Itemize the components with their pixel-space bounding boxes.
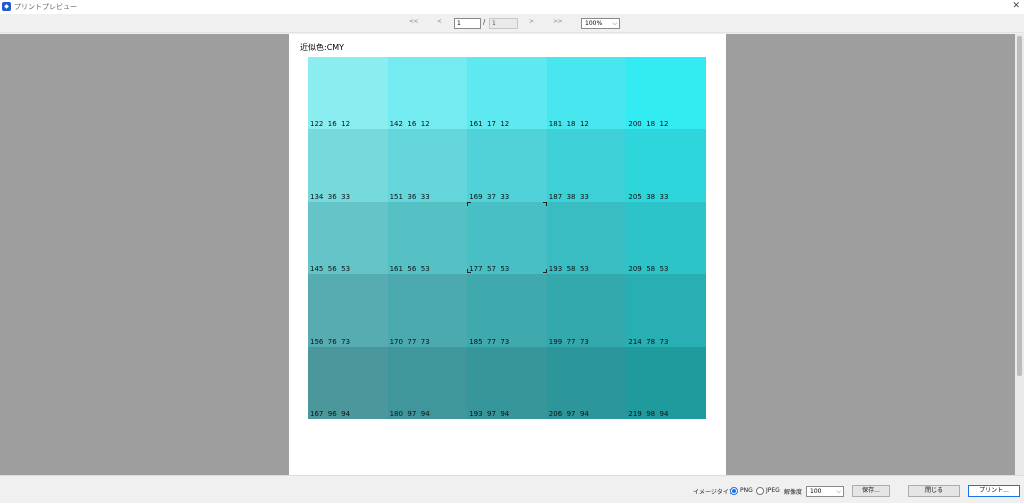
color-swatch: 181 18 12	[546, 57, 627, 130]
color-swatch: 209 58 53	[626, 201, 706, 275]
swatch-rgb-label: 169 37 33	[469, 192, 510, 201]
swatch-rgb-label: 177 57 53	[469, 265, 510, 274]
image-type-label: イメージタイプ	[693, 489, 735, 496]
color-swatch: 151 36 33	[387, 129, 468, 202]
color-swatch: 193 97 94	[467, 346, 547, 419]
color-swatch: 156 76 73	[308, 274, 388, 347]
color-swatch: 193 58 53	[546, 201, 627, 275]
app-logo-icon: ◆	[2, 2, 11, 11]
color-swatch: 134 36 33	[308, 129, 388, 202]
zoom-value: 100%	[585, 20, 603, 27]
chevron-down-icon: ⌵	[836, 488, 841, 495]
color-swatch: 214 78 73	[626, 274, 706, 347]
color-swatch: 170 77 73	[387, 274, 468, 347]
swatch-rgb-label: 209 58 53	[628, 265, 669, 274]
swatch-rgb-label: 199 77 73	[548, 337, 589, 346]
chevron-down-icon: ⌵	[612, 20, 617, 27]
swatch-rgb-label: 181 18 12	[548, 120, 589, 129]
color-swatch: 200 18 12	[626, 57, 706, 130]
swatch-rgb-label: 161 56 53	[389, 265, 430, 274]
close-icon[interactable]: ✕	[1012, 1, 1020, 12]
jpeg-radio[interactable]	[756, 487, 764, 495]
next-page-button[interactable]: >	[529, 18, 534, 25]
png-label: PNG	[740, 487, 753, 494]
preview-area: 近似色:CMY 122 16 12 142 16 12 161 17 12 181 1…	[0, 34, 1024, 475]
color-swatch: 177 57 53	[467, 201, 547, 275]
resolution-value: 100	[810, 488, 822, 495]
color-swatch: 219 98 94	[626, 346, 706, 419]
page-total-field: 1	[489, 18, 518, 29]
color-swatch: 205 38 33	[626, 129, 706, 202]
swatch-rgb-label: 214 78 73	[628, 337, 669, 346]
png-radio[interactable]	[730, 487, 738, 495]
print-button[interactable]: プリント...	[968, 485, 1020, 497]
vertical-scrollbar[interactable]	[1015, 34, 1024, 475]
swatch-rgb-label: 193 97 94	[469, 410, 510, 418]
last-page-button[interactable]: >>	[553, 18, 563, 25]
swatch-rgb-label: 167 96 94	[310, 410, 351, 418]
swatch-rgb-label: 180 97 94	[389, 410, 430, 418]
swatch-rgb-label: 134 36 33	[310, 192, 351, 201]
swatch-rgb-label: 170 77 73	[389, 337, 430, 346]
resolution-label: 解像度	[784, 489, 803, 496]
color-swatch: 206 97 94	[546, 346, 627, 419]
color-swatch: 161 17 12	[467, 57, 547, 130]
swatch-rgb-label: 219 98 94	[628, 410, 669, 418]
title-bar: ◆ プリントプレビュー ✕	[0, 0, 1024, 14]
swatch-rgb-label: 200 18 12	[628, 120, 669, 129]
swatch-rgb-label: 161 17 12	[469, 120, 510, 129]
swatch-rgb-label: 151 36 33	[389, 192, 430, 201]
jpeg-label: JPEG	[766, 487, 780, 494]
swatch-rgb-label: 187 38 33	[548, 192, 589, 201]
page-number-input[interactable]: 1	[454, 18, 481, 29]
scrollbar-thumb[interactable]	[1017, 36, 1022, 376]
navigation-toolbar: << < 1 / 1 > >> 100% ⌵	[0, 14, 1024, 33]
crop-mark	[467, 202, 471, 206]
window-title: プリントプレビュー	[14, 3, 77, 11]
color-swatch: 167 96 94	[308, 346, 388, 419]
swatch-rgb-label: 185 77 73	[469, 337, 510, 346]
color-swatch: 161 56 53	[387, 201, 468, 275]
swatch-rgb-label: 206 97 94	[548, 410, 589, 418]
swatch-rgb-label: 145 56 53	[310, 265, 351, 274]
color-swatch: 185 77 73	[467, 274, 547, 347]
preview-page: 近似色:CMY 122 16 12 142 16 12 161 17 12 181 1…	[289, 34, 726, 475]
swatch-rgb-label: 142 16 12	[389, 120, 430, 129]
color-swatch-grid: 122 16 12 142 16 12 161 17 12 181 18 12 200 …	[308, 57, 706, 419]
swatch-rgb-label: 122 16 12	[310, 120, 351, 129]
crop-mark	[543, 269, 547, 273]
close-button[interactable]: 閉じる	[908, 485, 960, 497]
swatch-rgb-label: 193 58 53	[548, 265, 589, 274]
color-swatch: 180 97 94	[387, 346, 468, 419]
bottom-toolbar: イメージタイプ PNG JPEG 解像度 100 ⌵ 保存... 閉じる プリン…	[0, 475, 1024, 503]
color-swatch: 187 38 33	[546, 129, 627, 202]
color-swatch: 169 37 33	[467, 129, 547, 202]
color-swatch: 142 16 12	[387, 57, 468, 130]
zoom-select[interactable]: 100% ⌵	[581, 18, 620, 29]
swatch-rgb-label: 205 38 33	[628, 192, 669, 201]
page-separator: /	[483, 18, 486, 26]
save-button[interactable]: 保存...	[852, 485, 890, 497]
resolution-select[interactable]: 100 ⌵	[806, 486, 844, 497]
color-swatch: 199 77 73	[546, 274, 627, 347]
first-page-button[interactable]: <<	[409, 18, 419, 25]
color-swatch: 145 56 53	[308, 201, 388, 275]
crop-mark	[543, 202, 547, 206]
swatch-rgb-label: 156 76 73	[310, 337, 351, 346]
page-title: 近似色:CMY	[300, 43, 345, 52]
prev-page-button[interactable]: <	[437, 18, 442, 25]
crop-mark	[467, 269, 471, 273]
color-swatch: 122 16 12	[308, 57, 388, 130]
